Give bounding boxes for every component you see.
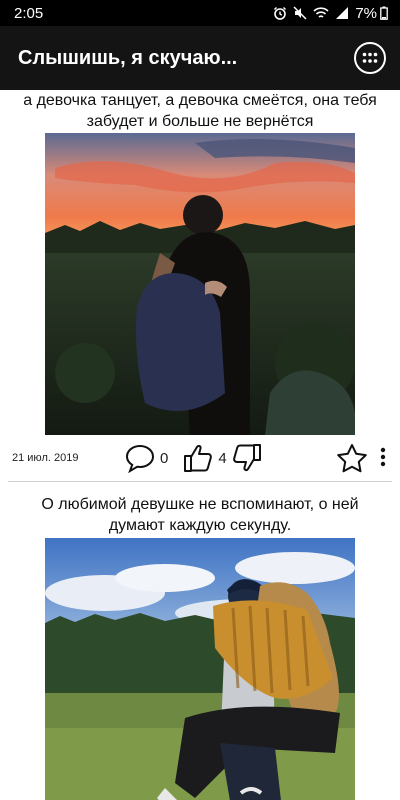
sunset-couple-hug-photo[interactable]	[45, 133, 355, 435]
post-card: О любимой девушке не вспоминают, о ней д…	[0, 494, 400, 800]
alarm-icon	[274, 7, 287, 20]
battery-indicator: 7%	[355, 5, 388, 22]
battery-icon	[380, 6, 388, 20]
post-caption: а девочка танцует, а девочка смеётся, он…	[23, 92, 377, 130]
couple-piggyback-photo[interactable]	[45, 538, 355, 800]
post-card: а девочка танцует, а девочка смеётся, он…	[0, 90, 400, 482]
signal-icon	[336, 7, 349, 19]
thumbs-down-icon[interactable]	[231, 442, 263, 474]
wifi-icon	[313, 7, 329, 18]
like-count: 4	[218, 449, 227, 467]
status-bar: 2:05 7%	[0, 0, 400, 26]
post-feed[interactable]: а девочка танцует, а девочка смеётся, он…	[0, 90, 400, 800]
status-time: 2:05	[14, 4, 44, 22]
more-options-icon[interactable]	[380, 447, 386, 467]
comment-icon[interactable]	[124, 443, 156, 473]
app-bar: Слышишь, я скучаю...	[0, 26, 400, 90]
battery-percent: 7%	[355, 4, 377, 22]
status-icons: 7%	[273, 5, 388, 22]
app-title: Слышишь, я скучаю...	[18, 46, 238, 69]
mute-icon	[293, 6, 307, 20]
post-date: 21 июл. 2019	[12, 452, 79, 464]
post-caption: О любимой девушке не вспоминают, о ней д…	[41, 496, 359, 534]
post-divider	[8, 481, 392, 482]
grid-menu-button[interactable]	[354, 42, 386, 74]
post-footer: 21 июл. 2019 0 4	[0, 435, 400, 481]
grid-menu-icon	[362, 52, 378, 63]
favorite-star-icon[interactable]	[336, 443, 368, 473]
thumbs-up-icon[interactable]	[182, 442, 214, 474]
comment-action[interactable]: 0	[124, 443, 172, 473]
like-action[interactable]: 4	[182, 442, 230, 474]
comment-count: 0	[160, 449, 169, 467]
